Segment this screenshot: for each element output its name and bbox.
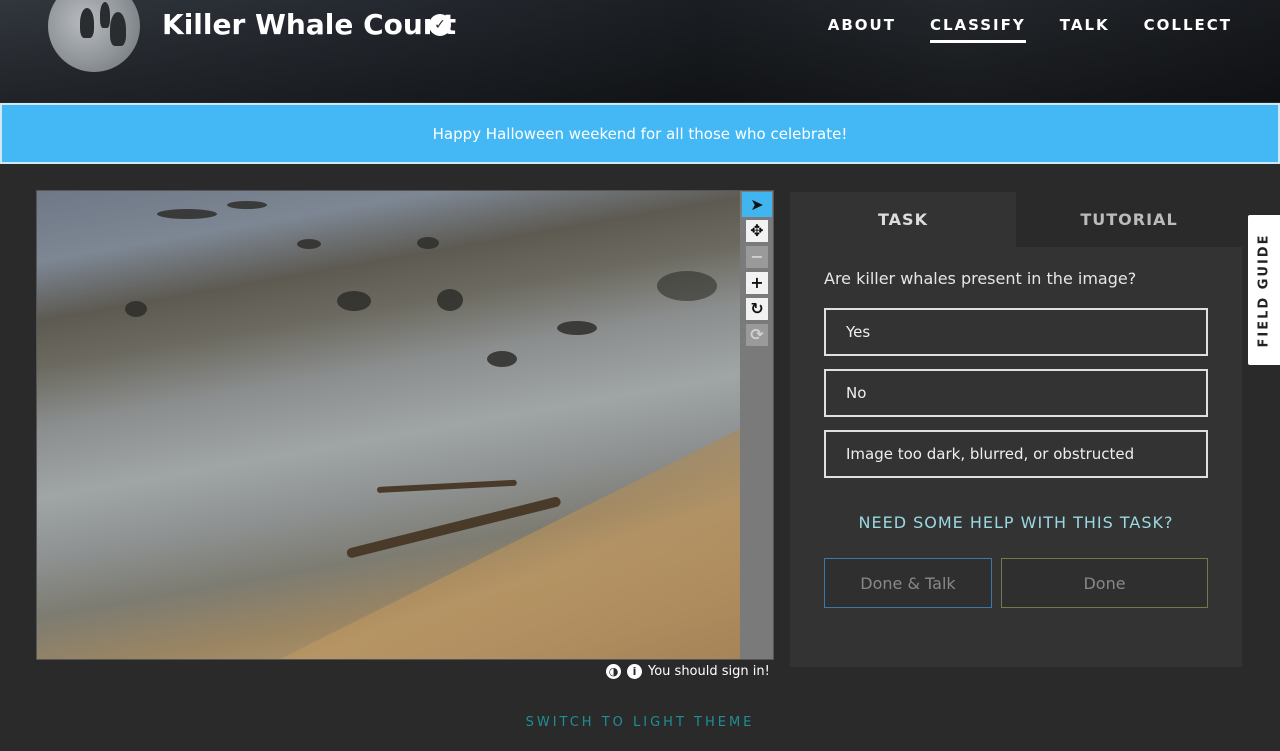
viewer-footer: ◑ i You should sign in!: [606, 664, 770, 679]
project-header: Killer Whale Count ✓ ABOUT CLASSIFY TALK…: [0, 0, 1280, 102]
task-panel: TASK TUTORIAL Are killer whales present …: [790, 192, 1242, 667]
subject-viewer: ➤ ✥ − + ↻ ⟳: [36, 190, 774, 660]
tab-tutorial[interactable]: TUTORIAL: [1016, 192, 1242, 247]
answer-no-button[interactable]: No: [824, 369, 1208, 417]
answer-yes-button[interactable]: Yes: [824, 308, 1208, 356]
subject-image[interactable]: [37, 191, 740, 659]
task-help-link[interactable]: NEED SOME HELP WITH THIS TASK?: [790, 513, 1242, 532]
field-guide-label: FIELD GUIDE: [1256, 233, 1272, 347]
task-tabs: TASK TUTORIAL: [790, 192, 1242, 247]
nav-classify-link[interactable]: CLASSIFY: [929, 16, 1026, 43]
zoom-in-icon[interactable]: +: [742, 270, 772, 295]
reset-icon[interactable]: ⟳: [742, 322, 772, 347]
project-avatar[interactable]: [48, 0, 140, 72]
viewer-toolbar: ➤ ✥ − + ↻ ⟳: [741, 191, 773, 347]
pointer-tool-icon[interactable]: ➤: [742, 192, 772, 217]
info-icon[interactable]: i: [627, 664, 642, 679]
task-question: Are killer whales present in the image?: [824, 269, 1137, 288]
tab-task[interactable]: TASK: [790, 192, 1016, 247]
sign-in-note[interactable]: You should sign in!: [648, 664, 770, 679]
nav-about-link[interactable]: ABOUT: [828, 16, 896, 43]
zoom-out-icon[interactable]: −: [742, 244, 772, 269]
switch-theme-link[interactable]: SWITCH TO LIGHT THEME: [0, 715, 1280, 730]
project-nav: ABOUT CLASSIFY TALK COLLECT: [828, 16, 1280, 43]
nav-collect-link[interactable]: COLLECT: [1144, 16, 1232, 43]
field-guide-tab[interactable]: FIELD GUIDE: [1248, 215, 1280, 365]
pan-tool-icon[interactable]: ✥: [742, 218, 772, 243]
rotate-icon[interactable]: ↻: [742, 296, 772, 321]
announcement-banner: Happy Halloween weekend for all those wh…: [0, 103, 1280, 164]
project-title[interactable]: Killer Whale Count: [162, 8, 456, 41]
answer-obstructed-button[interactable]: Image too dark, blurred, or obstructed: [824, 430, 1208, 478]
verified-check-icon: ✓: [429, 14, 451, 36]
done-and-talk-button[interactable]: Done & Talk: [824, 558, 992, 608]
invert-contrast-icon[interactable]: ◑: [606, 664, 621, 679]
nav-talk-link[interactable]: TALK: [1060, 16, 1110, 43]
announcement-text: Happy Halloween weekend for all those wh…: [432, 124, 848, 143]
done-button[interactable]: Done: [1001, 558, 1208, 608]
